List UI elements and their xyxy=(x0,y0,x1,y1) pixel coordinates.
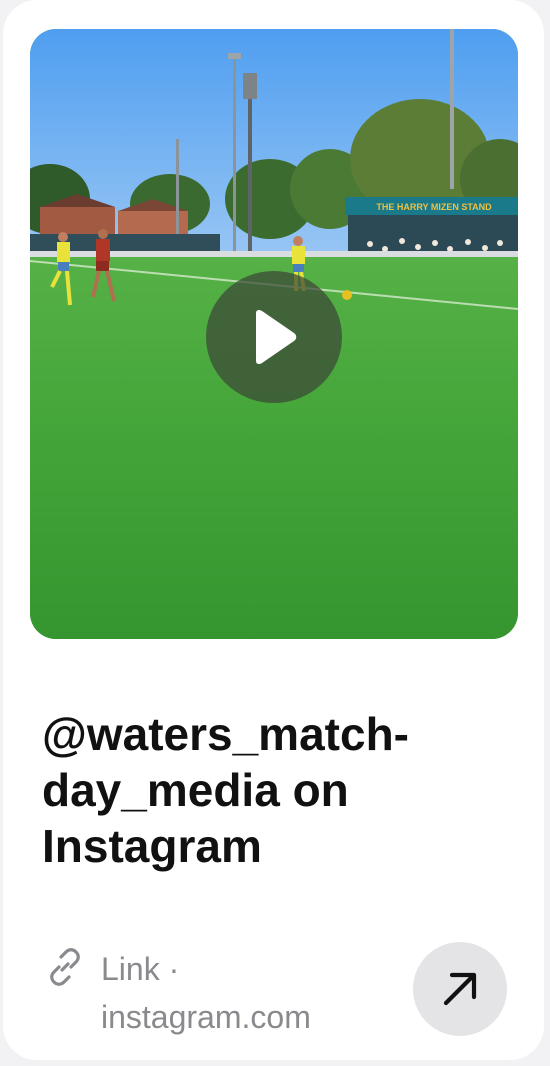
video-thumbnail[interactable]: THE HARRY MIZEN STAND xyxy=(30,29,518,639)
arrow-up-right-icon xyxy=(443,972,477,1006)
open-link-button[interactable] xyxy=(413,942,507,1036)
instagram-link-card[interactable]: THE HARRY MIZEN STAND @waters_match-day_… xyxy=(3,0,544,1060)
link-type-label: Link xyxy=(101,951,160,987)
separator: · xyxy=(168,951,180,987)
play-icon xyxy=(256,309,297,365)
link-domain[interactable]: instagram.com xyxy=(101,993,311,1041)
stand-sign: THE HARRY MIZEN STAND xyxy=(376,202,492,212)
link-icon xyxy=(50,948,80,986)
play-button[interactable] xyxy=(206,271,342,403)
card-title: @waters_match-day_media on Instagram xyxy=(42,708,409,872)
